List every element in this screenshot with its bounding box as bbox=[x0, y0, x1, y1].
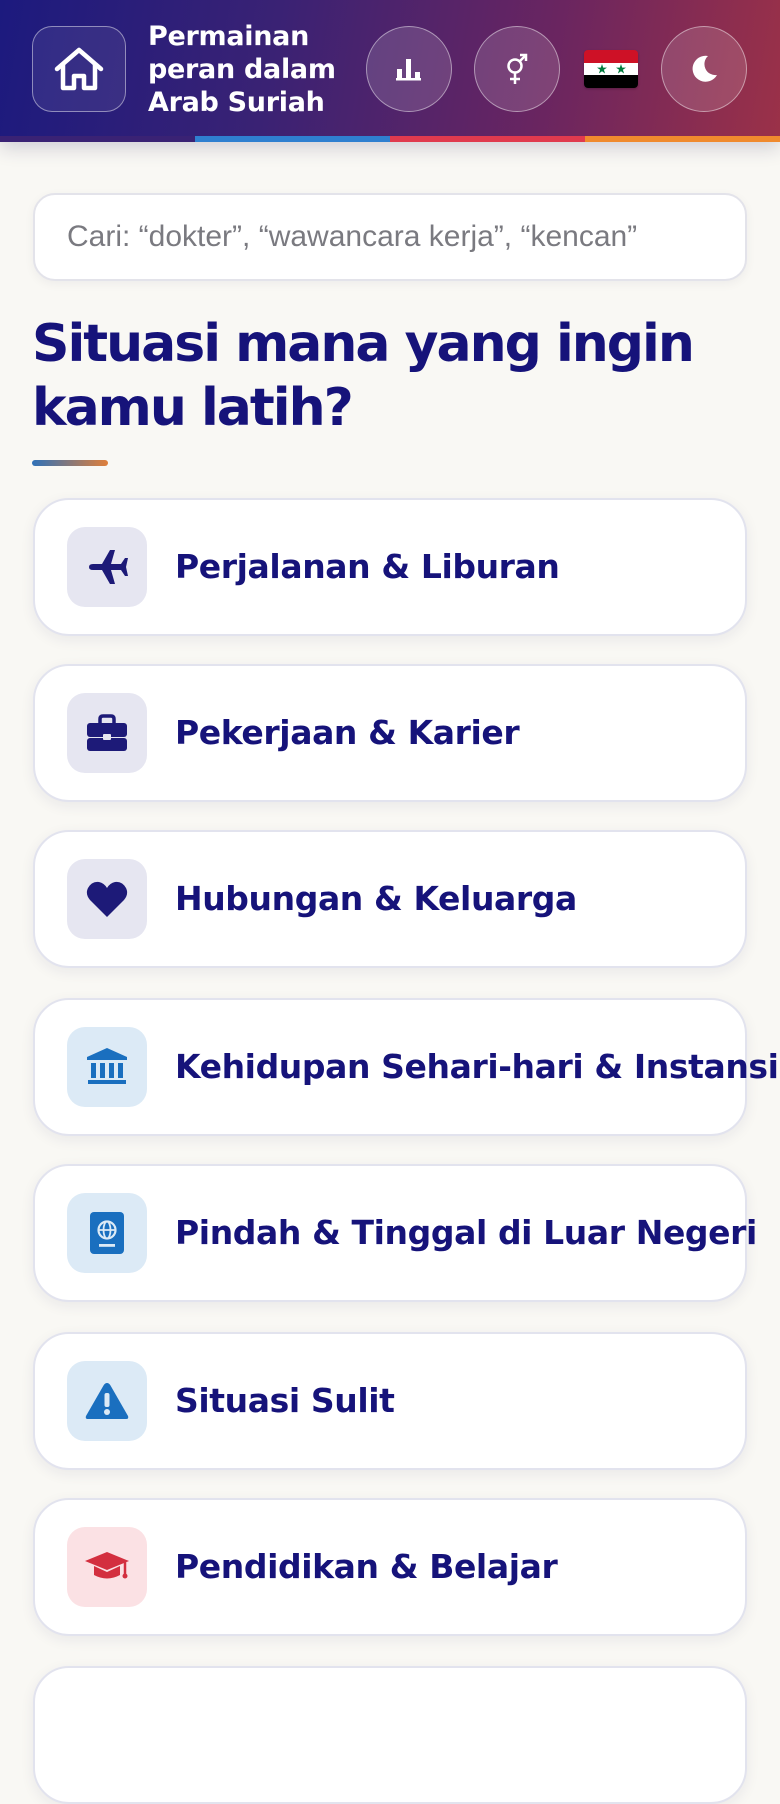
category-label: Pekerjaan & Karier bbox=[175, 713, 520, 752]
gender-icon bbox=[507, 53, 528, 84]
flag-star-icon bbox=[596, 63, 607, 74]
moon-icon bbox=[692, 55, 717, 82]
header-stripe-3 bbox=[390, 136, 585, 142]
category-difficult-situations[interactable]: Situasi Sulit bbox=[33, 1332, 747, 1470]
heart-icon bbox=[86, 881, 128, 917]
category-label: Perjalanan & Liburan bbox=[175, 547, 560, 586]
category-next-partial[interactable] bbox=[33, 1666, 747, 1804]
category-moving-abroad[interactable]: Pindah & Tinggal di Luar Negeri bbox=[33, 1164, 757, 1302]
category-label: Pendidikan & Belajar bbox=[175, 1547, 558, 1586]
category-icon-box bbox=[67, 859, 147, 939]
header-stripe-2 bbox=[195, 136, 390, 142]
category-label: Situasi Sulit bbox=[175, 1381, 395, 1420]
category-travel[interactable]: Perjalanan & Liburan bbox=[33, 498, 747, 636]
category-icon-box bbox=[67, 693, 147, 773]
warning-icon bbox=[85, 1383, 129, 1419]
gender-button[interactable] bbox=[474, 26, 560, 112]
search-box[interactable] bbox=[33, 193, 747, 281]
category-label: Kehidupan Sehari-hari & Instansi bbox=[175, 1047, 779, 1086]
page-title: Situasi mana yang ingin kamu latih? bbox=[32, 314, 695, 438]
bank-icon bbox=[87, 1048, 127, 1084]
theme-toggle-button[interactable] bbox=[661, 26, 747, 112]
flag-star-icon bbox=[615, 63, 626, 74]
syria-flag[interactable] bbox=[584, 50, 638, 88]
bar-chart-icon bbox=[396, 59, 421, 81]
category-icon-box bbox=[67, 1193, 147, 1273]
graduation-cap-icon bbox=[85, 1552, 129, 1579]
app-title: Permainan peran dalam Arab Suriah bbox=[148, 21, 336, 118]
airplane-icon bbox=[89, 550, 128, 584]
briefcase-icon bbox=[87, 714, 127, 751]
title-underline bbox=[32, 460, 108, 466]
search-input[interactable] bbox=[35, 195, 745, 279]
stats-button[interactable] bbox=[366, 26, 452, 112]
passport-icon bbox=[90, 1212, 124, 1254]
category-relationships[interactable]: Hubungan & Keluarga bbox=[33, 830, 747, 968]
category-icon-box bbox=[67, 1027, 147, 1107]
app-header: Permainan peran dalam Arab Suriah bbox=[0, 0, 780, 142]
category-work[interactable]: Pekerjaan & Karier bbox=[33, 664, 747, 802]
category-daily-life[interactable]: Kehidupan Sehari-hari & Instansi bbox=[33, 998, 779, 1136]
category-icon-box bbox=[67, 527, 147, 607]
home-icon bbox=[54, 47, 104, 91]
header-stripe-1 bbox=[0, 136, 195, 142]
category-education[interactable]: Pendidikan & Belajar bbox=[33, 1498, 747, 1636]
category-icon-box bbox=[67, 1527, 147, 1607]
header-stripe-4 bbox=[585, 136, 780, 142]
category-label: Hubungan & Keluarga bbox=[175, 879, 577, 918]
category-icon-box bbox=[67, 1361, 147, 1441]
category-label: Pindah & Tinggal di Luar Negeri bbox=[175, 1213, 757, 1252]
home-button[interactable] bbox=[32, 26, 126, 112]
